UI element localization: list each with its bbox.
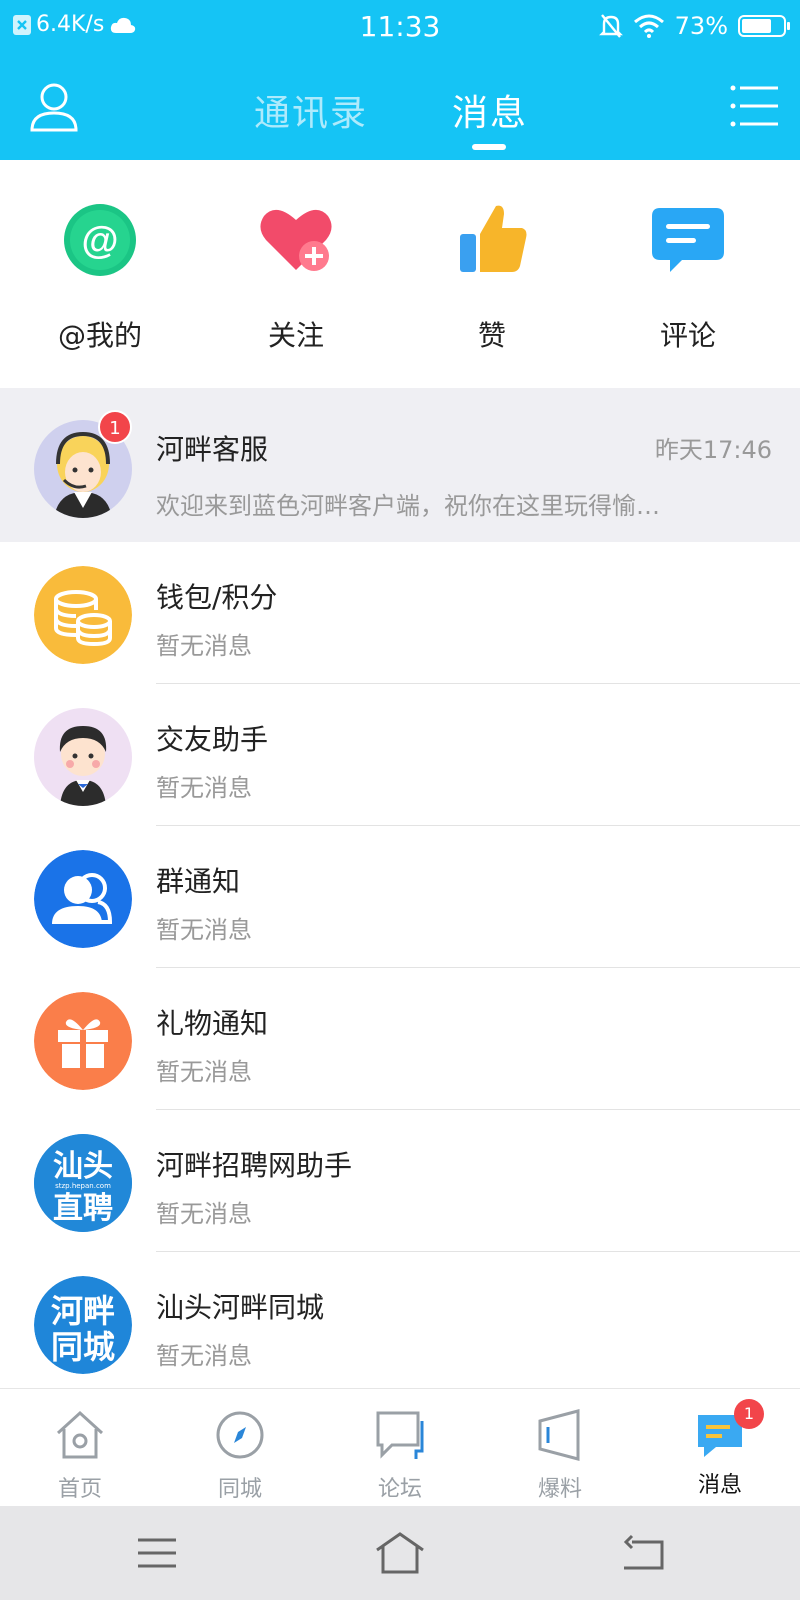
unread-badge: 1	[98, 410, 132, 444]
quick-action-label: @我的	[57, 319, 142, 352]
nav-label: 首页	[57, 1477, 102, 1502]
quick-action-label: 赞	[477, 319, 506, 352]
quick-actions: @ @我的 关注 赞 评论	[0, 160, 800, 388]
message-title: 交友助手	[156, 723, 269, 756]
wifi-icon	[633, 14, 664, 38]
quick-action-comment[interactable]: 评论	[588, 200, 788, 354]
message-row-customer-service[interactable]: 1 河畔客服 昨天17:46 欢迎来到蓝色河畔客户端，祝你在这里玩得愉…	[0, 388, 800, 542]
message-title: 礼物通知	[156, 1007, 269, 1040]
quick-action-like[interactable]: 赞	[392, 200, 592, 354]
wallet-coins-icon	[34, 566, 132, 664]
city-logo-line1: 河畔	[51, 1292, 115, 1330]
battery-fill	[742, 19, 772, 33]
status-bar: 6.4K/s 11:33 73%	[0, 0, 800, 56]
city-logo: 河畔 同城	[34, 1276, 132, 1374]
system-home-icon[interactable]	[375, 1528, 425, 1578]
message-list: 1 河畔客服 昨天17:46 欢迎来到蓝色河畔客户端，祝你在这里玩得愉… 钱包/…	[0, 388, 800, 1394]
nav-messages[interactable]: 1 消息	[660, 1399, 780, 1499]
nav-forum[interactable]: 论坛	[340, 1407, 460, 1503]
active-tab-indicator	[472, 144, 506, 150]
message-preview: 暂无消息	[156, 774, 252, 802]
heart-plus-icon	[260, 209, 332, 271]
battery-percent: 73%	[674, 12, 728, 40]
nav-label: 爆料	[537, 1477, 582, 1502]
nav-city[interactable]: 同城	[180, 1407, 300, 1503]
recruit-logo-line1: 汕头	[53, 1149, 113, 1184]
gift-icon	[34, 992, 132, 1090]
message-time: 昨天17:46	[654, 436, 772, 464]
message-title: 钱包/积分	[156, 581, 278, 614]
quick-action-label: 评论	[659, 319, 716, 352]
friend-assistant-avatar	[34, 708, 132, 806]
message-row-gift-notice[interactable]: 礼物通知 暂无消息	[0, 968, 800, 1110]
message-title: 汕头河畔同城	[156, 1291, 325, 1324]
message-row-friend-assistant[interactable]: 交友助手 暂无消息	[0, 684, 800, 826]
nav-home[interactable]: 首页	[20, 1407, 140, 1503]
home-icon	[56, 1410, 104, 1459]
svg-text:@: @	[81, 220, 118, 262]
city-logo-line2: 同城	[51, 1328, 115, 1366]
menu-list-icon[interactable]	[730, 84, 780, 128]
system-nav-bar	[0, 1506, 800, 1600]
message-preview: 暂无消息	[156, 632, 252, 660]
comment-icon	[652, 208, 724, 272]
battery-icon	[738, 15, 790, 37]
at-icon: @	[64, 204, 136, 276]
user-profile-icon[interactable]	[28, 80, 80, 132]
nav-label: 同城	[217, 1477, 262, 1502]
tab-contacts[interactable]: 通讯录	[254, 84, 368, 136]
message-preview: 暂无消息	[156, 1058, 252, 1086]
quick-action-at-me[interactable]: @ @我的	[0, 200, 200, 354]
message-preview: 暂无消息	[156, 916, 252, 944]
nav-report[interactable]: 爆料	[500, 1407, 620, 1503]
compass-icon	[216, 1411, 264, 1459]
message-row-wallet[interactable]: 钱包/积分 暂无消息	[0, 542, 800, 684]
message-title: 群通知	[156, 865, 241, 898]
nav-label: 消息	[697, 1473, 742, 1498]
system-menu-icon[interactable]	[132, 1528, 182, 1578]
tab-messages[interactable]: 消息	[452, 84, 528, 136]
quick-action-label: 关注	[267, 319, 324, 352]
speaker-icon	[538, 1409, 580, 1461]
forum-icon	[376, 1411, 424, 1459]
system-back-icon[interactable]	[618, 1528, 668, 1578]
message-row-recruit-assistant[interactable]: 汕头 stzp.hepan.com 直聘 河畔招聘网助手 暂无消息	[0, 1110, 800, 1252]
recruit-logo-url: stzp.hepan.com	[55, 1182, 111, 1190]
message-row-group-notice[interactable]: 群通知 暂无消息	[0, 826, 800, 968]
nav-unread-badge: 1	[734, 1399, 764, 1429]
message-row-city[interactable]: 河畔 同城 汕头河畔同城 暂无消息	[0, 1252, 800, 1394]
nav-label: 论坛	[377, 1477, 422, 1502]
recruit-logo: 汕头 stzp.hepan.com 直聘	[34, 1134, 132, 1232]
message-preview: 暂无消息	[156, 1342, 252, 1370]
message-title: 河畔招聘网助手	[156, 1149, 353, 1182]
message-preview: 欢迎来到蓝色河畔客户端，祝你在这里玩得愉…	[156, 492, 660, 520]
group-icon	[34, 850, 132, 948]
app-header: 通讯录 消息	[0, 56, 800, 160]
message-preview: 暂无消息	[156, 1200, 252, 1228]
thumbs-up-icon	[460, 205, 527, 272]
quick-action-follow[interactable]: 关注	[196, 200, 396, 354]
recruit-logo-line2: 直聘	[53, 1191, 113, 1226]
mute-bell-icon	[598, 14, 623, 38]
bottom-nav: 首页 同城 论坛 爆料 1 消息	[0, 1388, 800, 1507]
message-title: 河畔客服	[156, 433, 269, 466]
